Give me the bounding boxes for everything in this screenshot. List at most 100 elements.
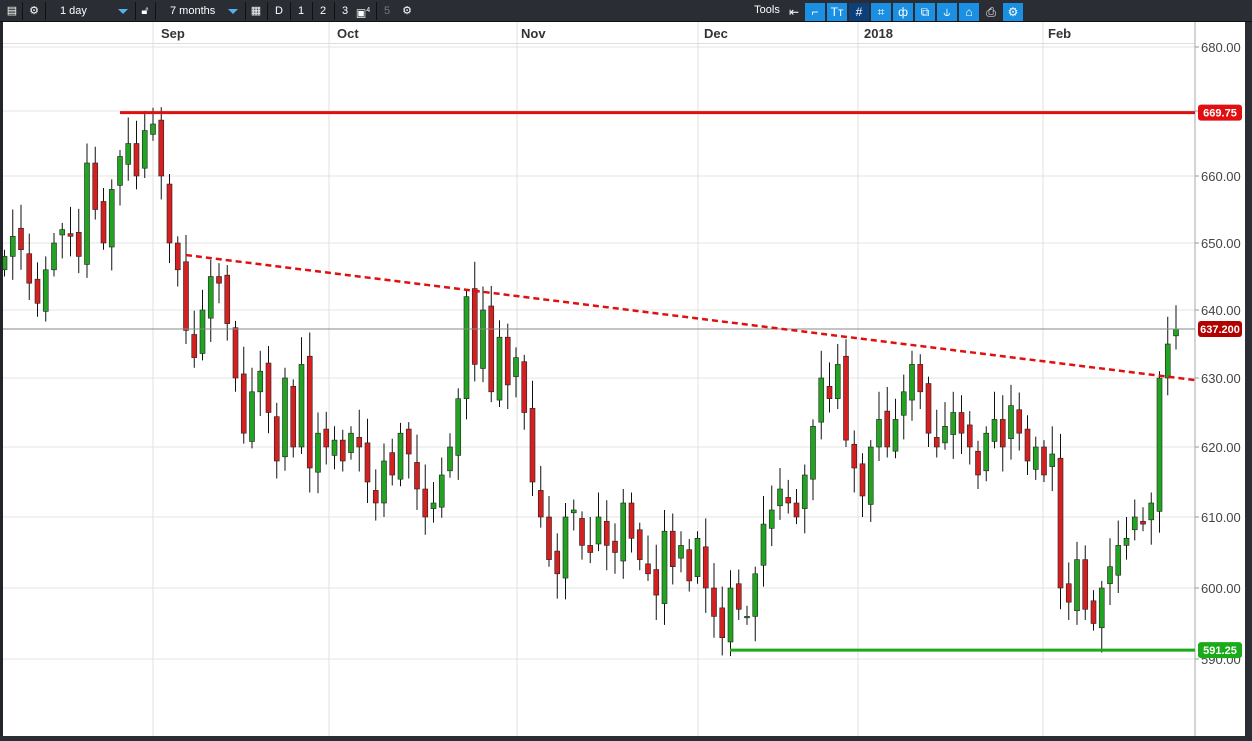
candle-up bbox=[942, 425, 948, 444]
candle-down bbox=[966, 424, 973, 448]
candle-down bbox=[26, 253, 33, 284]
candle-down bbox=[174, 242, 181, 271]
candle-down bbox=[537, 490, 544, 518]
candle-up bbox=[331, 439, 338, 456]
candle-up bbox=[892, 419, 899, 452]
candle-up bbox=[1123, 537, 1130, 546]
candle-up bbox=[694, 537, 701, 577]
candle-up bbox=[447, 446, 453, 472]
candle-up bbox=[51, 242, 57, 271]
candle-down bbox=[933, 437, 940, 448]
candle-down bbox=[546, 516, 552, 560]
resistance-label: 669.75 bbox=[1203, 108, 1237, 120]
left-border bbox=[0, 22, 3, 741]
candle-down bbox=[925, 383, 932, 434]
candle-up bbox=[513, 357, 519, 377]
candle-up bbox=[900, 391, 907, 416]
candle-down bbox=[793, 502, 800, 518]
y-tick-label: 630.00 bbox=[1201, 371, 1241, 386]
candle-down bbox=[1090, 600, 1097, 624]
candle-down bbox=[702, 546, 709, 589]
candle-up bbox=[810, 425, 816, 480]
right-scrollbar[interactable] bbox=[1245, 22, 1252, 741]
candle-down bbox=[554, 550, 561, 575]
candle-up bbox=[744, 616, 750, 619]
candle-up bbox=[108, 189, 115, 248]
candle-up bbox=[867, 446, 874, 505]
candle-down bbox=[34, 278, 41, 304]
candle-up bbox=[1164, 343, 1171, 379]
candle-up bbox=[818, 377, 825, 423]
candle-up bbox=[777, 488, 783, 507]
candle-down bbox=[686, 549, 693, 582]
last-price-label: 637.200 bbox=[1200, 324, 1240, 336]
candle-down bbox=[587, 545, 594, 553]
candle-down bbox=[183, 261, 189, 331]
candle-up bbox=[768, 509, 775, 529]
candle-up bbox=[1008, 405, 1014, 440]
candle-down bbox=[339, 439, 346, 462]
candle-up bbox=[282, 377, 288, 458]
candle-up bbox=[1131, 516, 1138, 531]
candle-down bbox=[669, 530, 676, 568]
candle-down bbox=[719, 607, 726, 639]
candle-down bbox=[1082, 559, 1089, 610]
candle-up bbox=[84, 162, 90, 265]
candle-up bbox=[1074, 559, 1080, 612]
candle-down bbox=[18, 227, 24, 250]
candle-down bbox=[191, 334, 198, 358]
candle-down bbox=[224, 274, 231, 324]
candle-up bbox=[1049, 453, 1056, 467]
candle-up bbox=[125, 143, 132, 165]
candle-down bbox=[389, 452, 396, 476]
y-tick-label: 600.00 bbox=[1201, 581, 1241, 596]
candle-up bbox=[678, 545, 684, 559]
candle-down bbox=[1065, 583, 1072, 603]
candle-down bbox=[884, 410, 891, 448]
candle-up bbox=[876, 419, 882, 448]
candle-up bbox=[727, 587, 734, 643]
candle-up bbox=[298, 364, 305, 448]
candle-down bbox=[1140, 520, 1146, 525]
candle-up bbox=[950, 412, 957, 435]
candle-down bbox=[843, 355, 849, 441]
candle-down bbox=[67, 233, 74, 237]
candle-up bbox=[9, 236, 16, 257]
price-chart[interactable]: 680.00670.00660.00650.00640.00630.00620.… bbox=[0, 0, 1252, 741]
candle-up bbox=[315, 432, 321, 473]
candle-up bbox=[991, 419, 998, 442]
candle-down bbox=[1041, 446, 1047, 476]
candle-down bbox=[785, 497, 792, 504]
candle-down bbox=[826, 385, 833, 399]
candle-up bbox=[1032, 446, 1039, 470]
candle-down bbox=[372, 490, 379, 504]
candle-up bbox=[801, 474, 808, 509]
candle-up bbox=[59, 229, 66, 236]
candle-up bbox=[661, 530, 668, 604]
y-tick-label: 620.00 bbox=[1201, 440, 1241, 455]
candle-down bbox=[323, 428, 330, 448]
bottom-scrollbar[interactable] bbox=[0, 736, 1252, 741]
candle-down bbox=[100, 201, 107, 244]
candle-down bbox=[735, 583, 742, 610]
candle-up bbox=[257, 370, 264, 393]
candle-up bbox=[909, 364, 915, 401]
candle-down bbox=[653, 569, 660, 596]
candle-down bbox=[529, 408, 536, 483]
candle-up bbox=[207, 276, 214, 319]
candle-down bbox=[859, 463, 866, 497]
candle-up bbox=[348, 432, 354, 453]
candle-down bbox=[958, 412, 965, 434]
candle-down bbox=[851, 443, 858, 469]
candle-down bbox=[273, 416, 280, 462]
candle-down bbox=[422, 488, 429, 518]
candle-down bbox=[917, 364, 924, 393]
candle-down bbox=[1016, 409, 1023, 434]
candle-up bbox=[983, 432, 990, 472]
candle-up bbox=[455, 398, 462, 456]
candle-up bbox=[1148, 502, 1155, 521]
candle-up bbox=[480, 309, 486, 369]
candle-up bbox=[1173, 328, 1179, 337]
candle-down bbox=[405, 428, 412, 455]
candle-up bbox=[1098, 587, 1105, 629]
